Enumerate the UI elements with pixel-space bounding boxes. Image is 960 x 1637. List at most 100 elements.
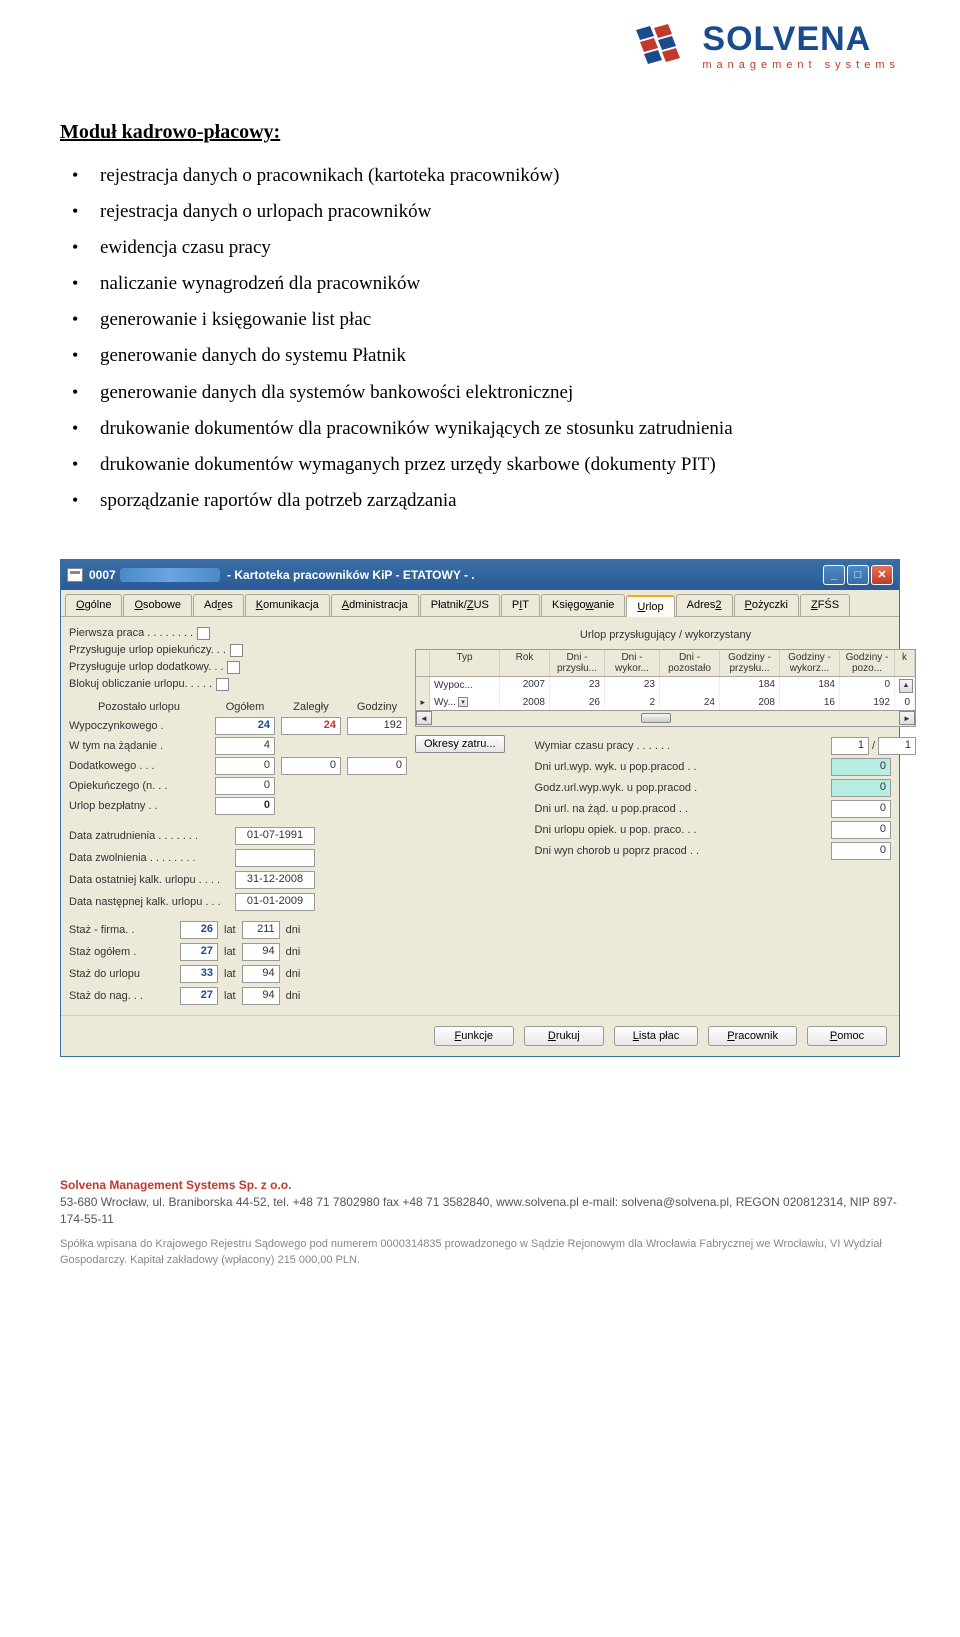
table-cell[interactable]: 192 [840,695,895,710]
table-col-header[interactable] [416,650,430,676]
urlop-value[interactable]: 192 [347,717,407,735]
footer-button-pomoc[interactable]: Pomoc [807,1026,887,1046]
tab-osobowe[interactable]: Osobowe [123,594,191,616]
maximize-button[interactable]: □ [847,565,869,585]
date-label: Data następnej kalk. urlopu . . . [69,896,229,908]
tab-zfs[interactable]: ZFŚS [800,594,850,616]
pracod-value[interactable]: 0 [831,800,891,818]
table-cell[interactable]: 0 [840,677,895,695]
horizontal-scrollbar[interactable]: ◄ ► [415,711,916,727]
urlop-value[interactable]: 0 [347,757,407,775]
table-col-header[interactable]: Rok [500,650,550,676]
table-col-header[interactable]: Dni - pozostało [660,650,720,676]
date-field[interactable]: 01-07-1991 [235,827,315,845]
urlop-value[interactable]: 24 [215,717,275,735]
tab-komunikacja[interactable]: Komunikacja [245,594,330,616]
tab-urlop[interactable]: Urlop [626,595,674,617]
scroll-thumb[interactable] [641,713,671,723]
tab-adres[interactable]: Adres [193,594,244,616]
checkbox-opiekun[interactable] [230,644,243,657]
pracod-value[interactable]: 0 [831,758,891,776]
window-footer-buttons: Funkcje Drukuj Lista płac Pracownik Pomoc [61,1015,899,1056]
wymiar-num[interactable]: 1 [831,737,869,755]
date-field[interactable]: 01-01-2009 [235,893,315,911]
table-cell[interactable]: 23 [550,677,605,695]
footer-button-drukuj[interactable]: Drukuj [524,1026,604,1046]
urlop-value[interactable]: 24 [281,717,341,735]
feature-item: generowanie danych do systemu Płatnik [100,338,900,374]
staz-lat[interactable]: 26 [180,921,218,939]
footer-button-funkcje[interactable]: Funkcje [434,1026,514,1046]
minimize-button[interactable]: _ [823,565,845,585]
table-cell[interactable]: 184 [720,677,780,695]
table-cell[interactable]: 2008 [500,695,550,710]
date-field[interactable] [235,849,315,867]
table-cell[interactable]: 26 [550,695,605,710]
urlop-value[interactable]: 0 [215,777,275,795]
staz-dni[interactable]: 211 [242,921,280,939]
staz-dni[interactable]: 94 [242,943,280,961]
table-col-header[interactable]: k [895,650,915,676]
okresy-button[interactable]: Okresy zatru... [415,735,505,753]
close-button[interactable]: ✕ [871,565,893,585]
tab-pit[interactable]: PIT [501,594,540,616]
table-cell[interactable]: 184 [780,677,840,695]
staz-row: Staż do urlopu33lat94dni [69,963,407,985]
tab-patnikzus[interactable]: Płatnik/ZUS [420,594,500,616]
tab-oglne[interactable]: Ogólne [65,594,122,616]
urlop-value[interactable]: 4 [215,737,275,755]
urlop-value[interactable]: 0 [281,757,341,775]
table-cell[interactable]: 23 [605,677,660,695]
tab-adres2[interactable]: Adres2 [676,594,733,616]
table-col-header[interactable]: Typ [430,650,500,676]
table-row[interactable]: ▸Wy... ▾200826224208161920 [416,695,915,710]
pracod-value[interactable]: 0 [831,779,891,797]
table-cell[interactable]: 2007 [500,677,550,695]
pracod-value[interactable]: 0 [831,842,891,860]
wymiar-grid: Wymiar czasu pracy . . . . . .1/1Dni url… [535,737,916,860]
table-cell[interactable]: 16 [780,695,840,710]
staz-dni[interactable]: 94 [242,965,280,983]
pracod-value-cell: 0 [831,758,916,776]
table-col-header[interactable]: Godziny - wykorz... [780,650,840,676]
date-field[interactable]: 31-12-2008 [235,871,315,889]
tab-ksigowanie[interactable]: Księgowanie [541,594,625,616]
staz-lat[interactable]: 27 [180,987,218,1005]
logo: SOLVENA management systems [628,20,900,71]
table-row[interactable]: Wypoc...200723231841840▲ [416,677,915,695]
dropdown-icon[interactable]: ▾ [458,697,468,707]
footer-button-pracownik[interactable]: Pracownik [708,1026,797,1046]
wymiar-den[interactable]: 1 [878,737,916,755]
table-col-header[interactable]: Dni - wykor... [605,650,660,676]
staz-label: Staż do urlopu [69,968,174,980]
feature-item: ewidencja czasu pracy [100,230,900,266]
logo-title: SOLVENA [702,20,900,59]
footer-button-listapac[interactable]: Lista płac [614,1026,698,1046]
checkbox-blokuj[interactable] [216,678,229,691]
urlop-value[interactable]: 0 [215,797,275,815]
table-cell[interactable]: 2 [605,695,660,710]
staz-lat[interactable]: 33 [180,965,218,983]
scroll-left-button[interactable]: ◄ [416,711,432,725]
checkbox-pierwsza[interactable] [197,627,210,640]
scroll-right-button[interactable]: ► [899,711,915,725]
table-col-header[interactable]: Godziny - przysłu... [720,650,780,676]
tab-administracja[interactable]: Administracja [331,594,419,616]
pracod-value[interactable]: 0 [831,821,891,839]
table-cell[interactable] [660,677,720,695]
feature-item: generowanie danych dla systemów bankowoś… [100,375,900,411]
cell-typ[interactable]: Wy... ▾ [430,695,500,710]
cell-typ[interactable]: Wypoc... [430,677,500,695]
table-cell[interactable]: 24 [660,695,720,710]
staz-lat[interactable]: 27 [180,943,218,961]
table-cell[interactable]: 208 [720,695,780,710]
table-col-header[interactable]: Godziny - pozo... [840,650,895,676]
tab-poyczki[interactable]: Pożyczki [734,594,799,616]
scroll-up-button[interactable]: ▲ [899,679,913,693]
staz-dni[interactable]: 94 [242,987,280,1005]
label-pierwsza: Pierwsza praca . . . . . . . . [69,627,193,639]
urlop-value[interactable]: 0 [215,757,275,775]
window-titlebar[interactable]: 0007 - Kartoteka pracowników KiP - ETATO… [61,560,899,590]
table-col-header[interactable]: Dni - przysłu... [550,650,605,676]
checkbox-dodat[interactable] [227,661,240,674]
